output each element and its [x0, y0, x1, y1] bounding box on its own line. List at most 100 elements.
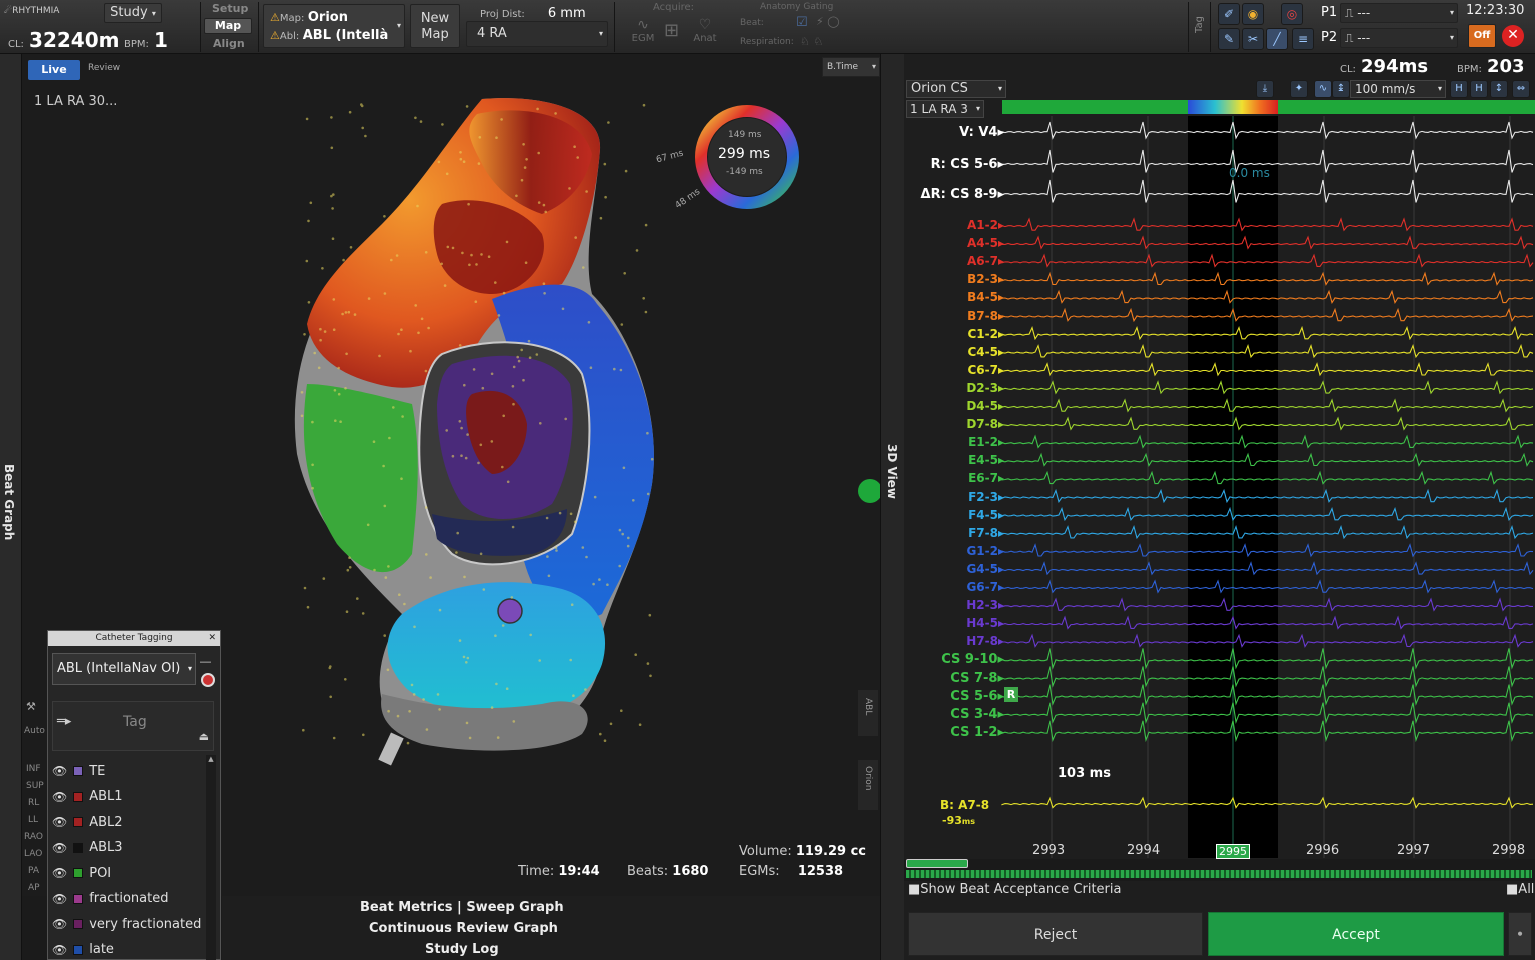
abl-side-tab[interactable]: ABL	[858, 690, 878, 736]
record-icon[interactable]	[201, 673, 215, 687]
tab-map[interactable]: Map	[204, 18, 252, 34]
zoom-center-icon[interactable]: ⇔	[1512, 80, 1530, 98]
eye-icon[interactable]: 👁	[52, 892, 67, 906]
ref-channel-label[interactable]: V: V4▸	[959, 125, 1004, 140]
orion-side-tab[interactable]: Orion	[858, 760, 878, 810]
annotate-tool-icon[interactable]: ✦	[1290, 80, 1308, 98]
eye-icon[interactable]: 👁	[52, 917, 67, 931]
view-rl[interactable]: RL	[28, 798, 39, 808]
tag-list-item[interactable]: 👁 ABL2	[52, 810, 123, 834]
tag-button[interactable]: ═▸ Tag ⏏	[52, 701, 214, 751]
3d-view-label[interactable]: 3D View	[885, 444, 899, 499]
beat-scroll-thumb[interactable]	[906, 859, 968, 868]
tag-list-item[interactable]: 👁 TE	[52, 759, 105, 783]
auto-icon[interactable]: ⚒	[26, 700, 36, 713]
cut-tool-icon[interactable]: ✂	[1242, 28, 1264, 50]
brush-tool-icon[interactable]: ╱	[1266, 28, 1288, 50]
auto-label[interactable]: Auto	[24, 726, 45, 736]
channel-label[interactable]: CS 3-4▸	[950, 707, 1004, 722]
channel-label[interactable]: A1-2▸	[967, 218, 1004, 232]
view-inf[interactable]: INF	[26, 764, 41, 774]
reject-button[interactable]: Reject	[908, 912, 1203, 956]
eye-icon[interactable]: 👁	[52, 943, 67, 957]
scrollbar[interactable]: ▲	[206, 755, 216, 960]
beat-scroll-bar[interactable]	[904, 859, 1535, 881]
catheter-tool-icon[interactable]: ✐	[1218, 3, 1240, 25]
tab-setup[interactable]: Setup	[212, 2, 248, 15]
channel-label[interactable]: G4-5▸	[966, 562, 1004, 576]
zoom-h2-icon[interactable]: H	[1470, 80, 1488, 98]
continuous-review-link[interactable]: Continuous Review Graph	[369, 921, 558, 936]
scrollbar-up-icon[interactable]: ▲	[206, 755, 216, 763]
close-icon[interactable]: ✕	[1502, 25, 1524, 47]
show-criteria-checkbox[interactable]: ■Show Beat Acceptance Criteria	[908, 882, 1121, 897]
close-icon[interactable]: ✕	[208, 631, 216, 646]
egm-acquire-button[interactable]: ∿ EGM	[630, 17, 656, 44]
layers-tool-icon[interactable]: ≡	[1292, 28, 1314, 50]
tag-tool-icon[interactable]: ◉	[1242, 3, 1264, 25]
view-rao[interactable]: RAO	[24, 832, 43, 842]
tag-list-item[interactable]: 👁 ABL3	[52, 836, 123, 860]
channel-label[interactable]: E1-2▸	[968, 435, 1004, 449]
view-sup[interactable]: SUP	[26, 781, 44, 791]
sweep-speed-select[interactable]: 100 mm/s ▾	[1350, 80, 1446, 98]
beat-tick-label[interactable]: 2996	[1306, 843, 1339, 858]
channel-label[interactable]: C6-7▸	[967, 363, 1004, 377]
channel-label[interactable]: E4-5▸	[968, 453, 1004, 467]
view-lao[interactable]: LAO	[24, 849, 42, 859]
all-checkbox[interactable]: ■All	[1506, 882, 1534, 897]
tag-list-item[interactable]: 👁 very fractionated	[52, 912, 201, 936]
projection-select[interactable]: 4 RA ▾	[466, 21, 608, 47]
channel-label[interactable]: CS 7-8▸	[950, 671, 1004, 686]
map-abl-selector[interactable]: ⚠Map: Orion ⚠Abl: ABL (Intellà ▾	[263, 4, 405, 48]
record-tool-icon[interactable]: ◎	[1281, 3, 1303, 25]
channel-label[interactable]: D4-5▸	[966, 399, 1004, 413]
ref-channel-label[interactable]: R: CS 5-6▸	[931, 157, 1004, 172]
p1-select[interactable]: ⎍ --- ▾	[1340, 3, 1458, 23]
eye-icon[interactable]: 👁	[52, 815, 67, 829]
off-button[interactable]: Off	[1468, 24, 1496, 48]
anat-acquire-button[interactable]: ♡ Anat	[692, 17, 718, 44]
source-select[interactable]: Orion CS ▾	[906, 80, 1006, 98]
view-pa[interactable]: PA	[28, 866, 39, 876]
channel-label[interactable]: B4-5▸	[967, 290, 1004, 304]
view-ap[interactable]: AP	[28, 883, 40, 893]
tag-list-item[interactable]: 👁 fractionated	[52, 887, 169, 911]
beat-graph-tab[interactable]: Beat Graph	[2, 464, 16, 540]
catheter-select[interactable]: ABL (IntellaNav OI) ▾	[52, 653, 196, 685]
ref-channel-label[interactable]: ΔR: CS 8-9▸	[921, 187, 1004, 202]
tab-align[interactable]: Align	[213, 37, 245, 50]
accept-button[interactable]: Accept	[1208, 912, 1504, 956]
channel-label[interactable]: E6-7▸	[968, 471, 1004, 485]
new-map-button[interactable]: New Map	[410, 4, 460, 48]
tag-list-item[interactable]: 👁 ABL1	[52, 785, 123, 809]
p2-select[interactable]: ⎍ --- ▾	[1340, 28, 1458, 48]
channel-label[interactable]: H7-8▸	[966, 634, 1004, 648]
beat-gating-checkbox[interactable]: ☑	[796, 15, 808, 30]
zoom-fit-icon[interactable]: ↕	[1490, 80, 1508, 98]
view-ll[interactable]: LL	[28, 815, 38, 825]
channel-label[interactable]: B7-8▸	[967, 309, 1004, 323]
study-log-link[interactable]: Study Log	[425, 942, 499, 957]
channel-label[interactable]: F4-5▸	[968, 508, 1004, 522]
beat-tick-label[interactable]: 2998	[1492, 843, 1525, 858]
beat-tick-label[interactable]: 2997	[1397, 843, 1430, 858]
channel-label[interactable]: CS 9-10▸	[941, 652, 1004, 667]
egm-tool-icon[interactable]: ⤓	[1256, 80, 1274, 98]
channel-label[interactable]: CS 5-6▸	[950, 689, 1004, 704]
channel-label[interactable]: C1-2▸	[967, 327, 1004, 341]
beat-metrics-link[interactable]: Beat Metrics | Sweep Graph	[360, 900, 564, 915]
measure-tool-icon[interactable]: ↨	[1332, 80, 1350, 98]
eye-icon[interactable]: 👁	[52, 866, 67, 880]
tag-list-item[interactable]: 👁 POI	[52, 861, 111, 885]
channel-label[interactable]: F7-8▸	[968, 526, 1004, 540]
channel-label[interactable]: A6-7▸	[967, 254, 1004, 268]
channel-label[interactable]: G1-2▸	[966, 544, 1004, 558]
eye-icon[interactable]: 👁	[52, 764, 67, 778]
channel-label[interactable]: F2-3▸	[968, 490, 1004, 504]
beat-tick-label[interactable]: 2994	[1127, 843, 1160, 858]
study-dropdown[interactable]: Study ▾	[104, 3, 162, 23]
channel-label[interactable]: A4-5▸	[967, 236, 1004, 250]
channel-label[interactable]: B2-3▸	[967, 272, 1004, 286]
zoom-h-icon[interactable]: H	[1450, 80, 1468, 98]
